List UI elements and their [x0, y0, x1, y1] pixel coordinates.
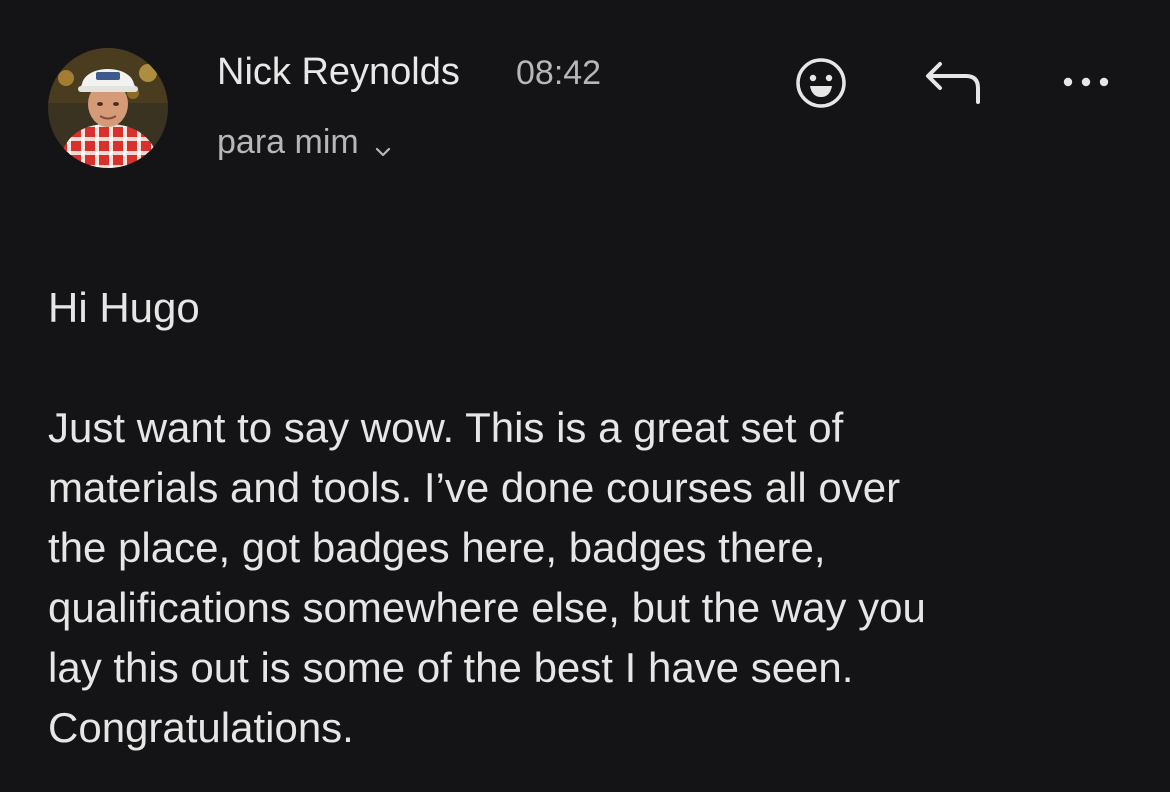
body-line: Just want to say wow. This is a great se… — [48, 404, 844, 451]
more-options-icon — [1063, 77, 1109, 87]
sender-avatar[interactable] — [48, 48, 168, 168]
chevron-down-icon — [373, 132, 393, 157]
body-line: Congratulations. — [48, 704, 354, 751]
smiley-icon — [796, 58, 846, 108]
body-line: lay this out is some of the best I have … — [48, 644, 854, 691]
recipient-toggle[interactable]: para mim — [217, 118, 393, 166]
sender-name: Nick Reynolds — [217, 51, 460, 93]
recipient-label: para mim — [217, 122, 359, 161]
message-body: Hi Hugo Just want to say wow. This is a … — [48, 278, 1138, 758]
more-options-button[interactable] — [1058, 66, 1114, 98]
greeting-line: Hi Hugo — [48, 284, 200, 331]
avatar-photo — [48, 48, 168, 168]
message-time: 08:42 — [516, 54, 602, 92]
add-reaction-button[interactable] — [792, 54, 850, 112]
body-line: the place, got badges here, badges there… — [48, 524, 826, 571]
body-line: qualifications somewhere else, but the w… — [48, 584, 926, 631]
reply-button[interactable] — [922, 56, 986, 108]
body-line: materials and tools. I’ve done courses a… — [48, 464, 901, 511]
reply-arrow-icon — [926, 62, 980, 104]
